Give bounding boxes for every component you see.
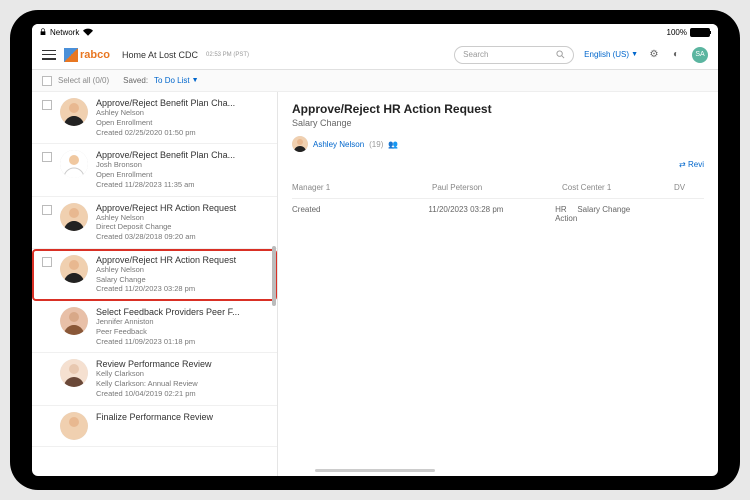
item-title: Approve/Reject HR Action Request bbox=[96, 203, 267, 213]
tablet-frame: Network 100% rabco Home At Lost CDC 02:5… bbox=[10, 10, 740, 490]
item-person: Ashley Nelson bbox=[96, 213, 267, 223]
item-title: Approve/Reject HR Action Request bbox=[96, 255, 267, 265]
avatar bbox=[60, 255, 88, 283]
item-sub: Open Enrollment bbox=[96, 118, 267, 128]
task-list: Approve/Reject Benefit Plan Cha... Ashle… bbox=[32, 92, 278, 476]
item-checkbox[interactable] bbox=[42, 100, 52, 110]
page-title: Home At Lost CDC bbox=[122, 50, 198, 60]
item-checkbox[interactable] bbox=[42, 257, 52, 267]
item-title: Select Feedback Providers Peer F... bbox=[96, 307, 267, 317]
battery-label: 100% bbox=[667, 28, 687, 37]
item-title: Review Performance Review bbox=[96, 359, 267, 369]
content-area: Approve/Reject Benefit Plan Cha... Ashle… bbox=[32, 92, 718, 476]
detail-person-row: Ashley Nelson (19) 👥 bbox=[292, 136, 704, 152]
home-indicator[interactable] bbox=[315, 469, 435, 472]
item-person: Ashley Nelson bbox=[96, 108, 267, 118]
detail-subtitle: Salary Change bbox=[292, 118, 704, 128]
avatar bbox=[60, 307, 88, 335]
item-checkbox[interactable] bbox=[42, 152, 52, 162]
avatar bbox=[292, 136, 308, 152]
table-row: Created 11/20/2023 03:28 pm HR Action Sa… bbox=[292, 199, 704, 229]
item-created: Created 11/20/2023 03:28 pm bbox=[96, 284, 267, 294]
item-checkbox[interactable] bbox=[42, 205, 52, 215]
item-person: Kelly Clarkson bbox=[96, 369, 267, 379]
status-bar: Network 100% bbox=[32, 24, 718, 40]
item-person: Jennifer Anniston bbox=[96, 317, 267, 327]
list-item[interactable]: Approve/Reject Benefit Plan Cha... Ashle… bbox=[32, 92, 277, 144]
logo-text: rabco bbox=[80, 49, 110, 61]
select-all-checkbox[interactable] bbox=[42, 76, 52, 86]
app-header: rabco Home At Lost CDC 02:53 PM (PST) Se… bbox=[32, 40, 718, 70]
detail-title: Approve/Reject HR Action Request bbox=[292, 102, 704, 116]
network-label: Network bbox=[50, 28, 79, 37]
item-created: Created 03/28/2018 09:20 am bbox=[96, 232, 267, 242]
item-created: Created 10/04/2019 02:21 pm bbox=[96, 389, 267, 399]
avatar bbox=[60, 98, 88, 126]
list-item[interactable]: Select Feedback Providers Peer F... Jenn… bbox=[32, 301, 277, 353]
detail-panel: Approve/Reject HR Action Request Salary … bbox=[278, 92, 718, 476]
logo: rabco bbox=[64, 48, 110, 62]
item-person: Ashley Nelson bbox=[96, 265, 267, 275]
scrollbar[interactable] bbox=[272, 92, 276, 476]
avatar bbox=[60, 150, 88, 178]
list-item[interactable]: Approve/Reject Benefit Plan Cha... Josh … bbox=[32, 144, 277, 196]
item-sub: Kelly Clarkson: Annual Review bbox=[96, 379, 267, 389]
filter-dropdown[interactable]: To Do List ▼ bbox=[154, 76, 199, 85]
detail-table: Manager 1 Paul Peterson Cost Center 1 DV… bbox=[292, 177, 704, 229]
chevron-down-icon: ▼ bbox=[192, 77, 199, 84]
menu-icon[interactable] bbox=[42, 50, 56, 60]
avatar bbox=[60, 359, 88, 387]
table-header: Manager 1 Paul Peterson Cost Center 1 DV bbox=[292, 177, 704, 199]
item-sub: Direct Deposit Change bbox=[96, 222, 267, 232]
battery-icon bbox=[690, 28, 710, 37]
item-sub: Salary Change bbox=[96, 275, 267, 285]
user-avatar[interactable]: SA bbox=[692, 47, 708, 63]
list-toolbar: Select all (0/0) Saved: To Do List ▼ bbox=[32, 70, 718, 92]
saved-label: Saved: bbox=[123, 76, 148, 85]
item-title: Finalize Performance Review bbox=[96, 412, 267, 422]
list-item[interactable]: Finalize Performance Review bbox=[32, 406, 277, 447]
list-item[interactable]: Approve/Reject HR Action Request Ashley … bbox=[32, 197, 277, 249]
search-placeholder: Search bbox=[463, 50, 556, 59]
avatar bbox=[60, 412, 88, 440]
notifications-icon[interactable]: ◐ bbox=[670, 49, 682, 61]
wifi-icon bbox=[83, 28, 93, 36]
search-input[interactable]: Search bbox=[454, 46, 574, 64]
search-icon bbox=[556, 50, 565, 59]
lock-icon bbox=[40, 28, 46, 36]
screen: Network 100% rabco Home At Lost CDC 02:5… bbox=[32, 24, 718, 476]
detail-person-count: (19) bbox=[369, 140, 383, 149]
select-all-label: Select all (0/0) bbox=[58, 76, 109, 85]
detail-person-name[interactable]: Ashley Nelson bbox=[313, 140, 364, 149]
logo-mark bbox=[64, 48, 78, 62]
settings-icon[interactable]: ⚙ bbox=[648, 49, 660, 61]
people-icon[interactable]: 👥 bbox=[388, 140, 398, 149]
item-created: Created 11/09/2023 01:18 pm bbox=[96, 337, 267, 347]
avatar bbox=[60, 203, 88, 231]
item-title: Approve/Reject Benefit Plan Cha... bbox=[96, 98, 267, 108]
home-button[interactable] bbox=[14, 226, 24, 274]
chevron-down-icon: ▼ bbox=[631, 51, 638, 58]
item-created: Created 02/25/2020 01:50 pm bbox=[96, 128, 267, 138]
item-person: Josh Bronson bbox=[96, 160, 267, 170]
item-sub: Open Enrollment bbox=[96, 170, 267, 180]
item-title: Approve/Reject Benefit Plan Cha... bbox=[96, 150, 267, 160]
item-created: Created 11/28/2023 11:35 am bbox=[96, 180, 267, 190]
item-sub: Peer Feedback bbox=[96, 327, 267, 337]
language-selector[interactable]: English (US)▼ bbox=[584, 50, 638, 59]
list-item[interactable]: Review Performance Review Kelly Clarkson… bbox=[32, 353, 277, 405]
page-time: 02:53 PM (PST) bbox=[206, 52, 249, 58]
review-link[interactable]: ⇄ Revi bbox=[292, 160, 704, 169]
list-item-selected[interactable]: Approve/Reject HR Action Request Ashley … bbox=[32, 249, 277, 301]
